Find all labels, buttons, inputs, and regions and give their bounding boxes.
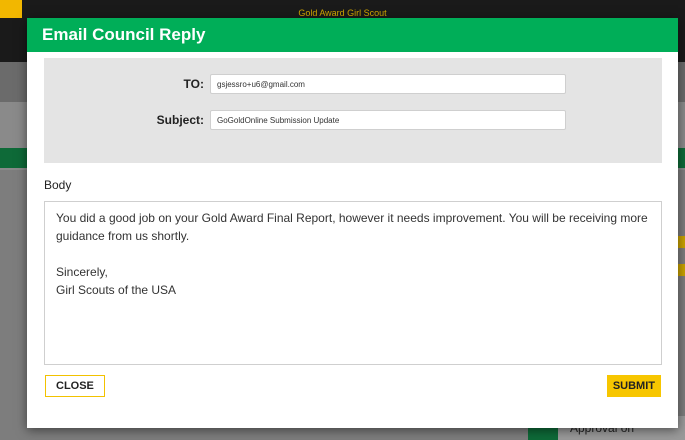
- body-textarea[interactable]: You did a good job on your Gold Award Fi…: [44, 201, 662, 365]
- to-input[interactable]: [210, 74, 566, 94]
- background-tag: [677, 236, 685, 248]
- background-green-strip: [0, 148, 30, 168]
- subject-label: Subject:: [156, 113, 204, 127]
- address-panel: TO: Subject:: [44, 58, 662, 163]
- email-council-reply-dialog: Email Council Reply TO: Subject: Body Yo…: [27, 18, 678, 428]
- subject-row: Subject:: [44, 109, 566, 131]
- body-label: Body: [44, 178, 72, 192]
- close-button[interactable]: CLOSE: [45, 375, 105, 397]
- to-row: TO:: [44, 73, 566, 95]
- background-brand-text: Gold Award Girl Scout: [298, 8, 387, 18]
- submit-button[interactable]: SUBMIT: [606, 375, 661, 397]
- subject-input[interactable]: [210, 110, 566, 130]
- to-label: TO:: [183, 77, 204, 91]
- background-tag: [677, 264, 685, 276]
- dialog-title: Email Council Reply: [27, 18, 678, 52]
